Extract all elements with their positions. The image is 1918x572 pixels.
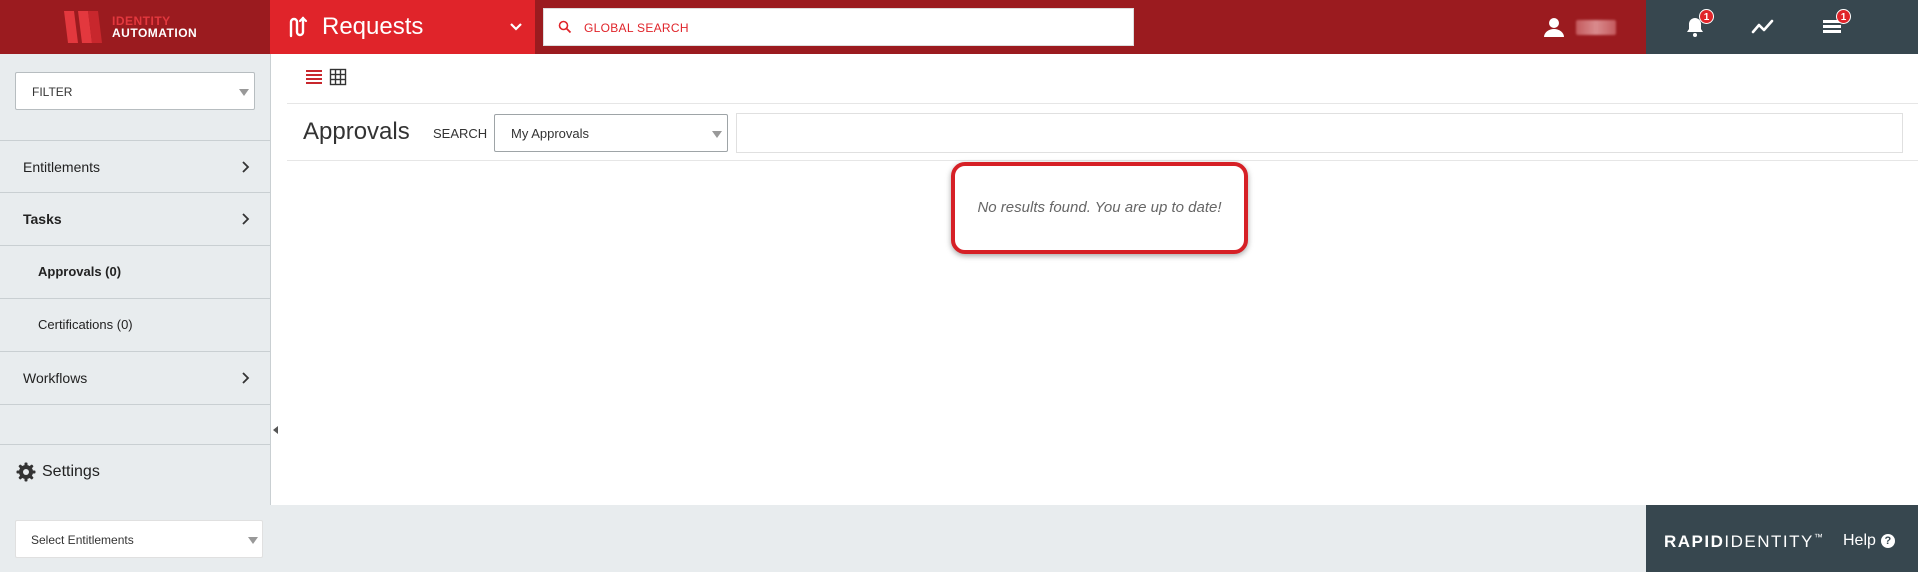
sidebar-item-label: Tasks <box>23 211 62 227</box>
chevron-right-icon <box>242 213 250 225</box>
module-title: Requests <box>322 13 424 40</box>
filter-select[interactable]: FILTER <box>15 72 255 110</box>
sidebar-item-label: Workflows <box>23 370 88 386</box>
chevron-right-icon <box>242 372 250 384</box>
collapse-sidebar-icon[interactable] <box>271 422 281 438</box>
caret-down-icon <box>248 537 258 544</box>
search-scope-value: My Approvals <box>511 126 590 141</box>
search-scope-select[interactable]: My Approvals <box>494 114 728 152</box>
requests-icon <box>289 16 308 38</box>
sidebar-item-workflows[interactable]: Workflows <box>0 352 271 405</box>
logo-mark-icon <box>64 11 102 43</box>
search-icon <box>558 20 572 34</box>
chevron-right-icon <box>242 161 250 173</box>
sidebar-item-label: Approvals (0) <box>38 264 122 279</box>
brand-footer: RAPIDIDENTITY™ Help ? <box>1646 505 1918 572</box>
brand-identity-text: IDENTITY <box>1724 532 1814 551</box>
help-label: Help <box>1843 532 1876 549</box>
activity-button[interactable] <box>1750 14 1776 40</box>
sidebar-item-label: Certifications (0) <box>38 317 133 332</box>
approvals-search-input[interactable] <box>736 113 1903 153</box>
top-navigation-bar: IDENTITY AUTOMATION Requests GLOBAL SEAR… <box>0 0 1918 54</box>
module-switcher[interactable]: Requests <box>270 0 535 54</box>
approvals-toolbar: Approvals SEARCH My Approvals <box>287 104 1918 161</box>
tasks-tray-button[interactable]: 1 <box>1819 9 1851 40</box>
header-actions: 1 1 <box>1646 0 1918 54</box>
sidebar: FILTER Entitlements Tasks Approvals (0) … <box>0 54 271 505</box>
logo-text-automation: AUTOMATION <box>112 26 198 40</box>
select-entitlements-dropdown[interactable]: Select Entitlements <box>15 520 263 558</box>
caret-down-icon <box>239 89 249 96</box>
trending-icon <box>1751 19 1774 34</box>
select-entitlements-value: Select Entitlements <box>31 533 134 547</box>
grid-view-icon[interactable] <box>329 68 347 86</box>
footer-bar: Select Entitlements RAPIDIDENTITY™ Help … <box>0 505 1918 572</box>
sidebar-item-certifications[interactable]: Certifications (0) <box>0 299 271 352</box>
notifications-button[interactable]: 1 <box>1682 9 1714 40</box>
sidebar-item-tasks[interactable]: Tasks <box>0 193 271 246</box>
filter-label: FILTER <box>32 85 73 99</box>
settings-link[interactable]: Settings <box>0 444 271 504</box>
sidebar-item-label: Entitlements <box>23 159 101 175</box>
identity-automation-logo[interactable]: IDENTITY AUTOMATION <box>0 0 270 54</box>
list-view-icon[interactable] <box>305 68 323 86</box>
global-search-input[interactable]: GLOBAL SEARCH <box>543 8 1134 46</box>
rapididentity-logo: RAPIDIDENTITY™ <box>1664 532 1823 552</box>
chevron-down-icon <box>510 23 522 31</box>
view-toggle-bar <box>287 54 1918 104</box>
user-name-redacted[interactable] <box>1576 20 1616 35</box>
settings-label: Settings <box>42 463 100 480</box>
empty-state-message: No results found. You are up to date! <box>977 199 1222 216</box>
caret-down-icon <box>712 131 722 138</box>
help-link[interactable]: Help ? <box>1843 532 1895 550</box>
search-label: SEARCH <box>433 126 488 141</box>
sidebar-item-entitlements[interactable]: Entitlements <box>0 140 271 193</box>
user-icon[interactable] <box>1543 16 1565 38</box>
global-search-placeholder: GLOBAL SEARCH <box>584 21 689 35</box>
tasks-badge: 1 <box>1836 9 1851 24</box>
sidebar-item-approvals[interactable]: Approvals (0) <box>0 246 271 299</box>
empty-state-callout: No results found. You are up to date! <box>951 162 1248 254</box>
brand-rapid-text: RAPID <box>1664 532 1725 551</box>
notifications-badge: 1 <box>1699 9 1714 24</box>
brand-trademark: ™ <box>1813 532 1823 542</box>
page-title: Approvals <box>303 118 410 145</box>
gear-icon <box>16 462 36 482</box>
question-circle-icon: ? <box>1880 534 1895 548</box>
